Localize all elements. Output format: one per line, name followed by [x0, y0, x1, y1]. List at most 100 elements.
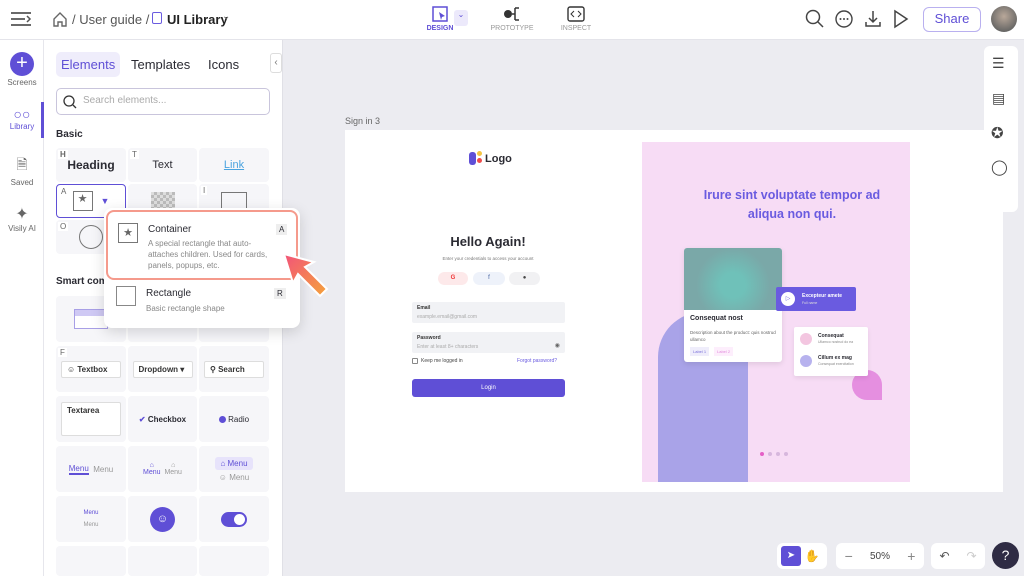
check-icon: ✔ [138, 414, 146, 424]
rail-item-saved[interactable]: 🗎 Saved [0, 154, 44, 187]
remember-label: Keep me logged in [421, 358, 463, 364]
tab-prototype[interactable]: PROTOTYPE [482, 5, 542, 32]
undo-icon[interactable]: ↶ [939, 549, 949, 563]
menu-icon[interactable] [10, 10, 32, 33]
library-file-icon [152, 12, 162, 24]
element-icon-menu[interactable]: ⌂ Menu ⌂ Menu [128, 446, 197, 492]
help-button[interactable]: ? [992, 542, 1019, 569]
email-field[interactable]: Email example.email@gmail.com [412, 302, 565, 323]
section-smart: Smart com [56, 276, 108, 287]
comment-icon[interactable] [834, 9, 854, 34]
zoom-in-button[interactable]: + [907, 548, 915, 564]
login-button[interactable]: Login [412, 379, 565, 397]
download-icon[interactable] [863, 9, 883, 34]
circle-icon [79, 225, 103, 249]
signin-subtitle: Enter your credentials to access your ac… [442, 256, 534, 261]
element-vertical-menu[interactable]: ⌂ Menu ☺ Menu [199, 446, 269, 492]
breadcrumb-user-guide[interactable]: User guide [79, 12, 142, 27]
variant-rectangle[interactable]: Rectangle R Basic rectangle shape [106, 284, 298, 324]
signin-title: Hello Again! [450, 234, 526, 249]
caret-down-icon: ▼ [100, 196, 110, 206]
zoom-level: 50% [869, 550, 890, 562]
section-basic: Basic [56, 129, 83, 140]
element-checkbox[interactable]: ✔ Checkbox [128, 396, 197, 442]
sparkle-icon: ✦ [15, 206, 29, 223]
remember-checkbox[interactable] [412, 358, 418, 364]
hero-headline: Irure sint voluptate tempor ad aliqua no… [703, 188, 881, 221]
variant-container[interactable]: ★ Container A A special rectangle that a… [106, 210, 298, 280]
tab-templates[interactable]: Templates [126, 52, 195, 77]
people-card: Consequat Ullamco nostrud do ea Cillum e… [794, 327, 868, 376]
element-search[interactable]: ⚲ Search [199, 346, 269, 392]
element-textbox[interactable]: F ☺ Textbox [56, 346, 126, 392]
product-image [684, 248, 782, 310]
tab-icons[interactable]: Icons [203, 52, 244, 77]
carousel-dots[interactable] [760, 452, 788, 456]
saved-file-icon: 🗎 [16, 156, 28, 172]
design-dropdown-button[interactable]: ⌄ [454, 10, 468, 26]
play-icon: ▷ [781, 292, 795, 306]
plus-icon: + [10, 52, 34, 76]
rail-item-screens[interactable]: + Screens [0, 52, 44, 87]
play-icon[interactable] [892, 9, 910, 34]
banner-card: ▷ Excepteur amete Full name [776, 287, 856, 311]
layers-icon[interactable]: ▤ [992, 90, 1005, 107]
element-text[interactable]: T Text [128, 148, 197, 182]
logo-mark [469, 152, 476, 165]
pointer-tools: ➤ ✋ [777, 543, 827, 569]
toggle-icon [221, 511, 247, 527]
breadcrumb-ui-library[interactable]: UI Library [167, 12, 228, 27]
forgot-password-link[interactable]: Forgot password? [517, 358, 557, 364]
logo-text: Logo [485, 153, 512, 165]
element-heading[interactable]: H Heading [56, 148, 126, 182]
element-radio[interactable]: Radio [199, 396, 269, 442]
avatar [800, 355, 812, 367]
element-variants-popup: ★ Container A A special rectangle that a… [104, 208, 300, 328]
product-card: Consequat nost Description about the pro… [684, 248, 782, 362]
table-icon [74, 309, 108, 329]
rectangle-icon [116, 286, 136, 306]
element-dropdown[interactable]: Dropdown ▾ [128, 346, 197, 392]
shapes-icon: ○○ [13, 106, 31, 122]
google-button[interactable]: G [438, 272, 468, 285]
zoom-control: − 50% + [836, 543, 924, 569]
user-icon: ☺ [150, 506, 175, 532]
element-textarea[interactable]: Textarea [56, 396, 126, 442]
password-field[interactable]: Password Enter at least 8+ characters ◉ [412, 332, 565, 353]
element-stacked-menu[interactable]: Menu Menu [56, 496, 126, 542]
search-icon [63, 95, 77, 109]
hand-tool-icon[interactable]: ✋ [801, 549, 823, 563]
tab-inspect[interactable]: INSPECT [546, 5, 606, 32]
apple-button[interactable]: ● [509, 272, 540, 285]
share-button[interactable]: Share [923, 7, 981, 32]
palette-icon[interactable]: ◯ [991, 158, 1008, 176]
search-input[interactable]: Search elements... [56, 88, 270, 115]
tab-elements[interactable]: Elements [56, 52, 121, 77]
avatar [800, 333, 812, 345]
artboard-label[interactable]: Sign in 3 [345, 116, 380, 126]
element-pill-button[interactable] [128, 546, 197, 576]
element-toggle[interactable] [199, 496, 269, 542]
hero-panel: Irure sint voluptate tempor ad aliqua no… [642, 142, 910, 482]
rail-item-visily-ai[interactable]: ✦ Visily AI [0, 204, 44, 233]
element-segmented[interactable] [199, 546, 269, 576]
element-link[interactable]: Link [199, 148, 269, 182]
home-icon[interactable] [52, 11, 68, 32]
select-tool-icon[interactable]: ➤ [781, 546, 801, 566]
collapse-panel-button[interactable]: ‹ [270, 53, 282, 73]
chevron-down-icon[interactable]: ⌄ [222, 11, 230, 22]
rail-item-library[interactable]: ○○ Library [0, 106, 44, 131]
element-avatar[interactable]: ☺ [128, 496, 197, 542]
top-bar: / User guide / UI Library ⌄ DESIGN ⌄ PRO… [0, 0, 1024, 40]
element-tabs-menu[interactable]: Menu Menu [56, 446, 126, 492]
components-icon[interactable]: ✪ [991, 124, 1004, 142]
avatar[interactable] [991, 6, 1017, 32]
star-icon: ★ [72, 191, 93, 211]
redo-icon[interactable]: ↷ [966, 549, 976, 563]
sliders-icon[interactable]: ☰ [992, 55, 1005, 72]
search-icon[interactable] [805, 9, 825, 34]
facebook-button[interactable]: f [473, 272, 505, 285]
element-slider[interactable] [56, 546, 126, 576]
zoom-out-button[interactable]: − [845, 548, 853, 564]
history-control: ↶ ↷ [931, 543, 985, 569]
